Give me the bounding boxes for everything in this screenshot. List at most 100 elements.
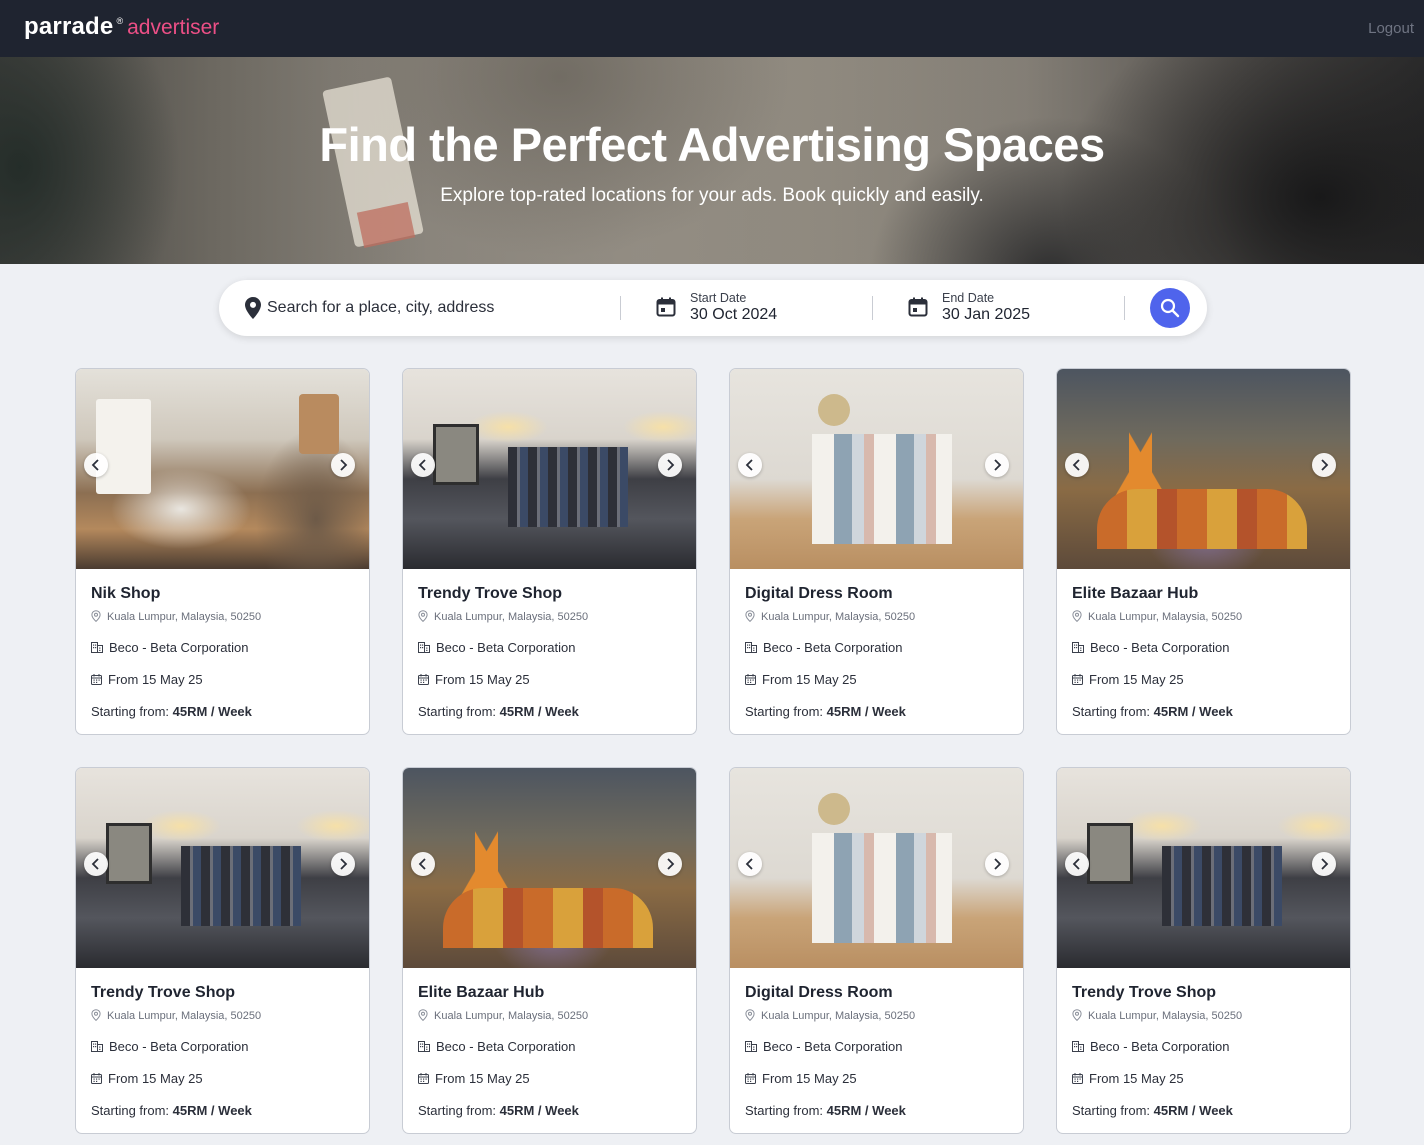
listing-card[interactable]: Elite Bazaar Hub Kuala Lumpur, Malaysia, …	[1056, 368, 1351, 735]
map-pin-icon	[418, 610, 434, 623]
next-photo-button[interactable]	[658, 453, 682, 477]
price-value: 45RM / Week	[172, 1103, 252, 1118]
previous-photo-button[interactable]	[738, 453, 762, 477]
start-date-picker[interactable]: Start Date 30 Oct 2024	[656, 290, 856, 328]
price-value: 45RM / Week	[826, 704, 906, 719]
search-divider	[872, 296, 873, 320]
listing-title[interactable]: Elite Bazaar Hub	[1072, 585, 1198, 603]
next-photo-button[interactable]	[658, 852, 682, 876]
listing-date-text: From 15 May 25	[435, 1071, 530, 1086]
listing-photo[interactable]	[76, 369, 369, 569]
listing-price: Starting from: 45RM / Week	[1072, 1103, 1233, 1118]
map-pin-icon	[91, 610, 107, 623]
listing-company-text: Beco - Beta Corporation	[109, 640, 249, 655]
listing-date-text: From 15 May 25	[435, 672, 530, 687]
listing-company: Beco - Beta Corporation	[1072, 640, 1229, 655]
listing-location: Kuala Lumpur, Malaysia, 50250	[91, 610, 261, 623]
search-input[interactable]	[267, 296, 607, 320]
listing-title[interactable]: Trendy Trove Shop	[418, 585, 562, 603]
listing-company: Beco - Beta Corporation	[745, 1039, 902, 1054]
listing-photo[interactable]	[730, 369, 1023, 569]
price-value: 45RM / Week	[499, 1103, 579, 1118]
listing-photo[interactable]	[403, 369, 696, 569]
listing-company: Beco - Beta Corporation	[418, 640, 575, 655]
registered-mark: ®	[116, 16, 124, 26]
search-button[interactable]	[1150, 288, 1190, 328]
price-value: 45RM / Week	[172, 704, 252, 719]
map-pin-icon	[245, 297, 261, 319]
listing-location-text: Kuala Lumpur, Malaysia, 50250	[107, 611, 262, 623]
listing-title[interactable]: Trendy Trove Shop	[1072, 984, 1216, 1002]
previous-photo-button[interactable]	[411, 852, 435, 876]
listing-location: Kuala Lumpur, Malaysia, 50250	[745, 610, 915, 623]
listing-card[interactable]: Digital Dress Room Kuala Lumpur, Malaysia…	[729, 368, 1024, 735]
listing-price: Starting from: 45RM / Week	[91, 1103, 252, 1118]
listing-photo[interactable]	[1057, 369, 1350, 569]
listing-card[interactable]: Trendy Trove Shop Kuala Lumpur, Malaysia,…	[75, 767, 370, 1134]
listing-company-text: Beco - Beta Corporation	[1090, 640, 1230, 655]
search-divider	[1124, 296, 1125, 320]
end-date-picker[interactable]: End Date 30 Jan 2025	[908, 290, 1108, 328]
brand-logo[interactable]: parrade ® advertiser	[24, 13, 219, 41]
listing-photo[interactable]	[730, 768, 1023, 968]
price-prefix: Starting from:	[1072, 1103, 1154, 1118]
listing-availability: From 15 May 25	[91, 1071, 203, 1086]
listing-card[interactable]: Trendy Trove Shop Kuala Lumpur, Malaysia,…	[1056, 767, 1351, 1134]
listing-title[interactable]: Elite Bazaar Hub	[418, 984, 544, 1002]
logout-link[interactable]: Logout	[1368, 20, 1414, 37]
listing-card[interactable]: Digital Dress Room Kuala Lumpur, Malaysia…	[729, 767, 1024, 1134]
listing-date-text: From 15 May 25	[108, 1071, 203, 1086]
listing-photo[interactable]	[403, 768, 696, 968]
listing-card[interactable]: Elite Bazaar Hub Kuala Lumpur, Malaysia, …	[402, 767, 697, 1134]
previous-photo-button[interactable]	[738, 852, 762, 876]
previous-photo-button[interactable]	[1065, 453, 1089, 477]
listing-title[interactable]: Digital Dress Room	[745, 585, 893, 603]
listing-company: Beco - Beta Corporation	[91, 1039, 248, 1054]
listing-availability: From 15 May 25	[1072, 672, 1184, 687]
listing-company-text: Beco - Beta Corporation	[1090, 1039, 1230, 1054]
listing-price: Starting from: 45RM / Week	[418, 1103, 579, 1118]
listing-card[interactable]: Nik Shop Kuala Lumpur, Malaysia, 50250 Bec…	[75, 368, 370, 735]
listing-price: Starting from: 45RM / Week	[91, 704, 252, 719]
hero-banner: Find the Perfect Advertising Spaces Expl…	[0, 57, 1424, 264]
building-icon	[745, 640, 763, 655]
listing-location-text: Kuala Lumpur, Malaysia, 50250	[434, 1010, 589, 1022]
listing-availability: From 15 May 25	[91, 672, 203, 687]
previous-photo-button[interactable]	[84, 453, 108, 477]
next-photo-button[interactable]	[1312, 453, 1336, 477]
listing-photo[interactable]	[1057, 768, 1350, 968]
listing-availability: From 15 May 25	[418, 1071, 530, 1086]
next-photo-button[interactable]	[985, 852, 1009, 876]
listing-price: Starting from: 45RM / Week	[745, 704, 906, 719]
building-icon	[91, 1039, 109, 1054]
previous-photo-button[interactable]	[411, 453, 435, 477]
listing-card[interactable]: Trendy Trove Shop Kuala Lumpur, Malaysia,…	[402, 368, 697, 735]
start-date-value: 30 Oct 2024	[690, 306, 778, 323]
map-pin-icon	[745, 610, 761, 623]
listing-title[interactable]: Digital Dress Room	[745, 984, 893, 1002]
next-photo-button[interactable]	[1312, 852, 1336, 876]
calendar-icon	[1072, 672, 1089, 687]
calendar-icon	[1072, 1071, 1089, 1086]
listing-title[interactable]: Nik Shop	[91, 585, 160, 603]
previous-photo-button[interactable]	[1065, 852, 1089, 876]
price-value: 45RM / Week	[1153, 1103, 1233, 1118]
next-photo-button[interactable]	[331, 852, 355, 876]
listing-company: Beco - Beta Corporation	[1072, 1039, 1229, 1054]
listing-photo[interactable]	[76, 768, 369, 968]
listing-price: Starting from: 45RM / Week	[745, 1103, 906, 1118]
listing-company-text: Beco - Beta Corporation	[109, 1039, 249, 1054]
price-value: 45RM / Week	[1153, 704, 1233, 719]
next-photo-button[interactable]	[985, 453, 1009, 477]
listing-company-text: Beco - Beta Corporation	[763, 640, 903, 655]
calendar-icon	[745, 1071, 762, 1086]
listing-location-text: Kuala Lumpur, Malaysia, 50250	[1088, 611, 1243, 623]
listing-availability: From 15 May 25	[745, 1071, 857, 1086]
building-icon	[91, 640, 109, 655]
building-icon	[1072, 640, 1090, 655]
listing-title[interactable]: Trendy Trove Shop	[91, 984, 235, 1002]
listing-availability: From 15 May 25	[1072, 1071, 1184, 1086]
next-photo-button[interactable]	[331, 453, 355, 477]
previous-photo-button[interactable]	[84, 852, 108, 876]
listing-date-text: From 15 May 25	[1089, 1071, 1184, 1086]
